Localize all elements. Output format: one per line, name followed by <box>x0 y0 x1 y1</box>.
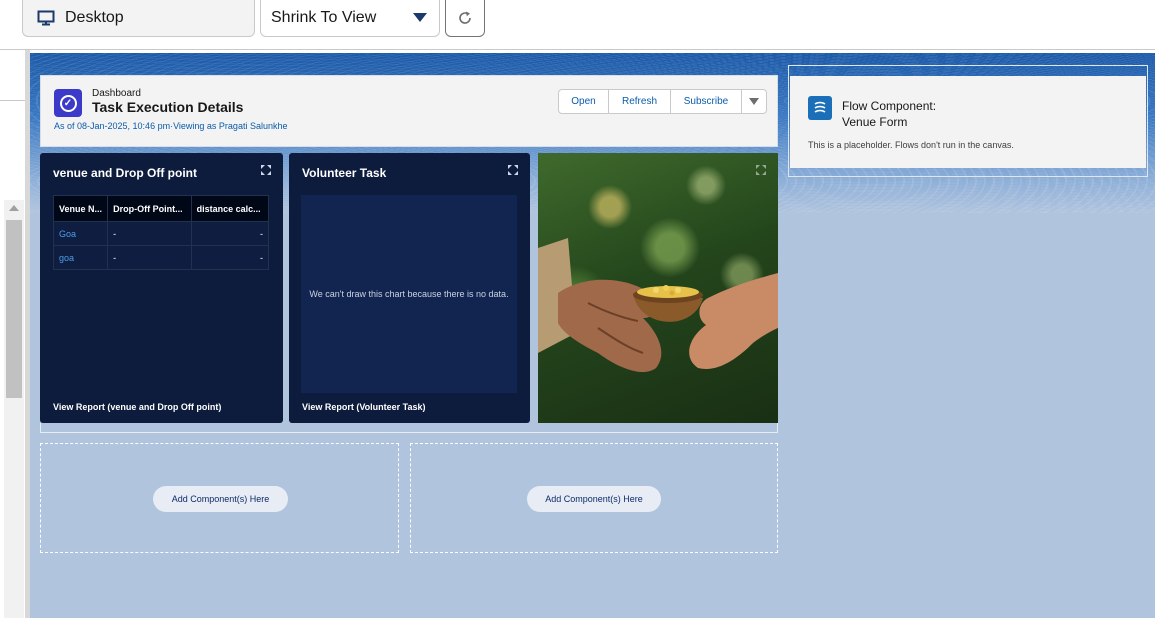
expand-icon[interactable] <box>508 165 518 175</box>
drop-zone-left[interactable]: Add Component(s) Here <box>40 443 399 553</box>
scrollbar-thumb[interactable] <box>6 220 22 398</box>
dashboard-type-label: Dashboard <box>92 88 141 99</box>
report-card-volunteer: Volunteer Task We can't draw this chart … <box>289 153 530 423</box>
dashboard-icon: ✓ <box>54 89 82 117</box>
view-report-link[interactable]: View Report (venue and Drop Off point) <box>53 402 221 412</box>
flow-description: This is a placeholder. Flows don't run i… <box>808 140 1014 150</box>
refresh-button[interactable]: Refresh <box>608 89 671 114</box>
table-cell: - <box>107 245 192 270</box>
panel-divider <box>0 100 25 101</box>
column-header[interactable]: Venue N... <box>52 195 109 222</box>
refresh-view-button[interactable] <box>445 0 485 37</box>
desktop-icon <box>37 10 55 25</box>
table-cell: - <box>107 221 192 246</box>
dashboard-title: Task Execution Details <box>92 99 244 115</box>
chevron-down-icon <box>413 13 427 22</box>
card-title: venue and Drop Off point <box>53 166 197 180</box>
hands-with-bowl-image <box>538 238 778 373</box>
dashboard-header: ✓ Dashboard Task Execution Details As of… <box>40 75 778 147</box>
device-label: Desktop <box>65 8 124 26</box>
column-header[interactable]: Drop-Off Point... <box>107 195 192 222</box>
venue-link[interactable]: Goa <box>52 221 109 246</box>
view-report-link[interactable]: View Report (Volunteer Task) <box>302 402 426 412</box>
expand-icon[interactable] <box>261 165 271 175</box>
add-component-button[interactable]: Add Component(s) Here <box>527 486 661 512</box>
flow-title-line1: Flow Component: <box>842 99 937 113</box>
table-row: goa - - <box>52 245 270 270</box>
venue-link[interactable]: goa <box>52 245 109 270</box>
table-cell: - <box>190 221 270 246</box>
flow-icon <box>808 96 832 120</box>
expand-icon[interactable] <box>756 165 766 175</box>
open-button[interactable]: Open <box>558 89 609 114</box>
builder-toolbar: Desktop Shrink To View <box>0 0 1155 50</box>
report-card-venue: venue and Drop Off point Venue N... Drop… <box>40 153 283 423</box>
flow-component[interactable]: Flow Component: Venue Form This is a pla… <box>790 76 1146 168</box>
flow-title: Flow Component: Venue Form <box>842 98 936 130</box>
dashboard-meta: As of 08-Jan-2025, 10:46 pm·Viewing as P… <box>54 121 288 131</box>
empty-chart-message: We can't draw this chart because there i… <box>309 289 509 299</box>
image-component[interactable] <box>538 153 778 423</box>
table-cell: - <box>190 245 270 270</box>
view-mode-label: Shrink To View <box>271 8 377 26</box>
dashboard-actions: Open Refresh Subscribe <box>558 89 767 114</box>
flow-title-line2: Venue Form <box>842 115 908 129</box>
section-container <box>40 423 778 433</box>
scroll-up-icon[interactable] <box>9 205 19 211</box>
drop-zone-right[interactable]: Add Component(s) Here <box>410 443 778 553</box>
flow-component-region[interactable]: Flow Component: Venue Form This is a pla… <box>788 65 1148 177</box>
add-component-button[interactable]: Add Component(s) Here <box>153 486 288 512</box>
more-actions-button[interactable] <box>741 89 767 114</box>
device-selector[interactable]: Desktop <box>22 0 255 37</box>
chevron-down-icon <box>749 98 759 105</box>
subscribe-button[interactable]: Subscribe <box>670 89 742 114</box>
empty-chart-area: We can't draw this chart because there i… <box>301 195 517 393</box>
page-canvas: ✓ Dashboard Task Execution Details As of… <box>30 53 1155 618</box>
table-row: Goa - - <box>52 221 270 246</box>
refresh-icon <box>459 11 471 24</box>
venue-table: Venue N... Drop-Off Point... distance ca… <box>52 195 270 270</box>
column-header[interactable]: distance calc... <box>190 195 270 222</box>
view-mode-select[interactable]: Shrink To View <box>260 0 440 37</box>
card-title: Volunteer Task <box>302 166 387 180</box>
